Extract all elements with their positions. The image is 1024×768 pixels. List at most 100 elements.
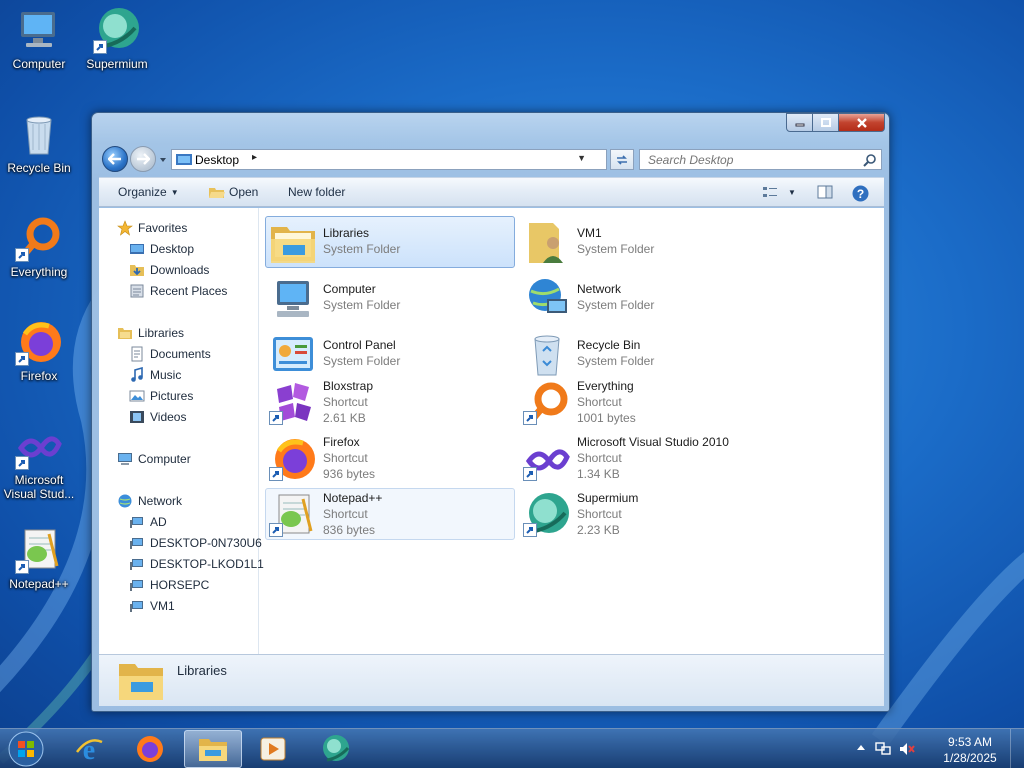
file-item-control-panel[interactable]: Control Panel System Folder	[265, 328, 515, 380]
taskbar-internet-explorer[interactable]: e	[60, 730, 118, 768]
file-type: Shortcut	[323, 395, 368, 409]
desktop-icon-computer[interactable]: Computer	[0, 6, 78, 71]
preview-pane-button[interactable]	[817, 185, 833, 199]
show-desktop-button[interactable]	[1010, 729, 1024, 768]
file-item-supermium[interactable]: Supermium Shortcut 2.23 KB	[519, 488, 769, 540]
minimize-button[interactable]	[786, 113, 813, 132]
file-name: Libraries	[323, 226, 370, 240]
nav-item-network-desktop-lkod1l1[interactable]: DESKTOP-LKOD1L1	[129, 556, 264, 572]
taskbar-explorer[interactable]	[184, 730, 242, 768]
recent-places-icon	[130, 284, 144, 298]
shortcut-arrow-icon	[93, 40, 107, 54]
file-item-everything[interactable]: Everything Shortcut 1001 bytes	[519, 376, 769, 428]
desktop-icon-visual-studio[interactable]: Microsoft Visual Stud...	[0, 422, 78, 501]
file-item-visual-studio[interactable]: Microsoft Visual Studio 2010 Shortcut 1.…	[519, 432, 769, 484]
desktop-icon-recycle-bin[interactable]: Recycle Bin	[0, 110, 78, 175]
breadcrumb-separator[interactable]: ▸	[252, 152, 257, 163]
taskbar-firefox[interactable]	[121, 730, 179, 768]
file-item-firefox[interactable]: Firefox Shortcut 936 bytes	[265, 432, 515, 484]
file-name: Control Panel	[323, 338, 396, 352]
refresh-button[interactable]	[610, 149, 634, 170]
nav-item-label: Videos	[150, 410, 187, 424]
search-icon[interactable]	[863, 153, 877, 167]
recycle-bin-icon	[15, 110, 63, 158]
file-type: Shortcut	[577, 451, 622, 465]
nav-item-network-vm1[interactable]: VM1	[129, 598, 175, 614]
open-button[interactable]: Open	[209, 185, 258, 199]
desktop-icon-label: Computer	[12, 57, 66, 71]
desktop-icon-notepad-plus-plus[interactable]: Notepad++	[0, 526, 78, 591]
nav-item-network-ad[interactable]: AD	[129, 514, 167, 530]
nav-item-label: DESKTOP-LKOD1L1	[150, 557, 264, 571]
desktop-icon-firefox[interactable]: Firefox	[0, 318, 78, 383]
nav-item-favorites[interactable]: Favorites	[117, 220, 187, 236]
new-folder-button[interactable]: New folder	[288, 185, 345, 199]
nav-item-label: VM1	[150, 599, 175, 613]
recent-pages-dropdown-icon[interactable]	[158, 155, 168, 165]
file-item-network[interactable]: Network System Folder	[519, 272, 769, 324]
nav-item-desktop[interactable]: Desktop	[129, 241, 194, 257]
desktop-icon-label: Everything	[10, 265, 68, 279]
network-computer-icon	[130, 601, 143, 612]
nav-item-videos[interactable]: Videos	[129, 409, 186, 425]
desktop-icon-everything[interactable]: Everything	[0, 214, 78, 279]
show-hidden-icons-icon[interactable]	[856, 743, 866, 753]
start-button[interactable]	[4, 729, 48, 768]
organize-button[interactable]: Organize ▼	[118, 185, 179, 199]
file-item-computer[interactable]: Computer System Folder	[265, 272, 515, 324]
nav-item-network[interactable]: Network	[117, 493, 182, 509]
star-icon	[117, 220, 133, 236]
supermium-icon	[93, 6, 141, 54]
change-view-button[interactable]: ▼	[762, 185, 796, 199]
help-icon: ?	[852, 185, 869, 202]
nav-item-computer[interactable]: Computer	[117, 451, 191, 467]
nav-item-documents[interactable]: Documents	[129, 346, 211, 362]
volume-muted-icon[interactable]	[898, 741, 916, 757]
nav-item-downloads[interactable]: Downloads	[129, 262, 209, 278]
nav-item-music[interactable]: Music	[129, 367, 181, 383]
file-item-recycle-bin[interactable]: Recycle Bin System Folder	[519, 328, 769, 380]
file-name: Notepad++	[323, 491, 383, 505]
desktop-icon-label: Firefox	[20, 369, 58, 383]
file-name: Recycle Bin	[577, 338, 641, 352]
documents-icon	[131, 346, 143, 362]
file-type: System Folder	[323, 298, 401, 312]
address-bar[interactable]: Desktop ▸ ▼	[171, 149, 607, 170]
everything-icon	[15, 214, 63, 262]
nav-item-label: Pictures	[150, 389, 194, 403]
file-item-libraries[interactable]: Libraries System Folder	[265, 216, 515, 268]
help-button[interactable]: ?	[852, 185, 869, 202]
computer-icon	[15, 6, 63, 54]
taskbar-supermium[interactable]	[307, 730, 365, 768]
network-globe-icon	[529, 279, 567, 313]
minimize-icon	[795, 123, 804, 126]
back-button[interactable]	[102, 146, 128, 172]
nav-item-libraries[interactable]: Libraries	[117, 325, 184, 341]
network-computer-icon	[130, 559, 143, 570]
nav-item-network-desktop-0n730u6[interactable]: DESKTOP-0N730U6	[129, 535, 262, 551]
explorer-window[interactable]: Desktop ▸ ▼ Organize▼ Open New folder ▼ …	[91, 112, 890, 712]
file-type: System Folder	[577, 354, 655, 368]
nav-item-label: Documents	[150, 347, 211, 361]
clock[interactable]: 9:53 AM 1/28/2025	[938, 734, 1002, 766]
preview-pane-icon	[817, 185, 833, 199]
refresh-icon	[617, 154, 627, 165]
maximize-button[interactable]	[813, 113, 839, 132]
network-status-icon[interactable]	[874, 741, 892, 757]
search-box[interactable]	[639, 149, 882, 170]
network-computer-icon	[130, 538, 143, 549]
nav-item-recent-places[interactable]: Recent Places	[129, 283, 227, 299]
nav-item-network-horsepc[interactable]: HORSEPC	[129, 577, 209, 593]
file-item-vm1[interactable]: VM1 System Folder	[519, 216, 769, 268]
desktop-icon-supermium[interactable]: Supermium	[78, 6, 156, 71]
command-bar: Organize ▼ Open New folder ▼ ?	[99, 177, 884, 207]
file-item-bloxstrap[interactable]: Bloxstrap Shortcut 2.61 KB	[265, 376, 515, 428]
forward-button[interactable]	[130, 146, 156, 172]
nav-item-pictures[interactable]: Pictures	[129, 388, 193, 404]
breadcrumb-desktop[interactable]: Desktop	[195, 153, 239, 167]
search-input[interactable]	[640, 150, 850, 169]
taskbar-media-player[interactable]	[244, 730, 302, 768]
close-button[interactable]	[839, 113, 885, 132]
file-item-notepad-plus-plus[interactable]: Notepad++ Shortcut 836 bytes	[265, 488, 515, 540]
address-dropdown-icon[interactable]: ▼	[577, 153, 586, 163]
